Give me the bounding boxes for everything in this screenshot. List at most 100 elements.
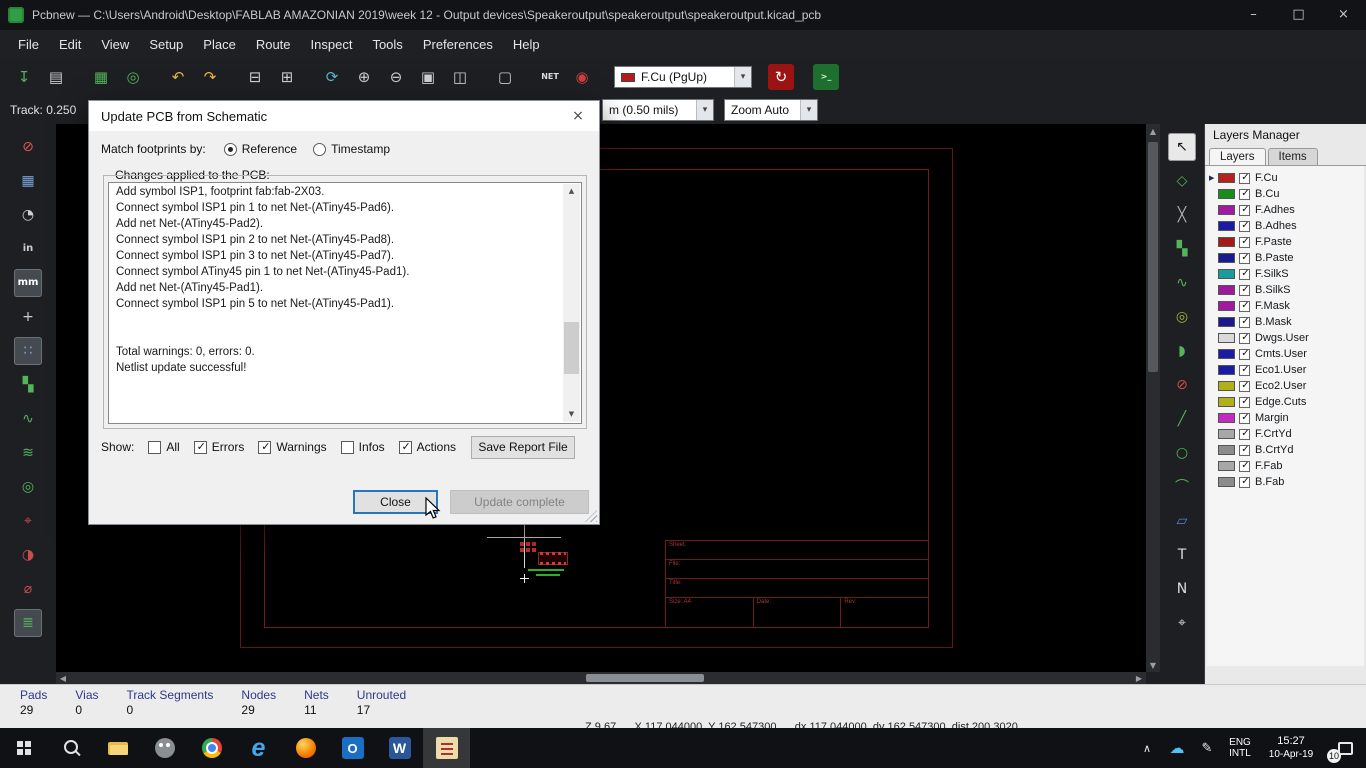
redraw-icon[interactable]: ⟳ — [319, 64, 345, 90]
add-graphic-polygon-tool-icon[interactable]: ▱ — [1168, 507, 1196, 535]
filter-checkbox-row[interactable]: Errors — [193, 440, 244, 454]
layer-visibility-checkbox[interactable] — [1239, 300, 1251, 312]
add-footprint-tool-icon[interactable]: ▚ — [1168, 235, 1196, 263]
select-tool-icon[interactable]: ↖ — [1168, 133, 1196, 161]
footprint-ratsnest-icon[interactable]: ▚ — [14, 371, 42, 399]
layer-row[interactable]: Edge.Cuts — [1207, 394, 1364, 410]
scripting-console-icon[interactable]: >_ — [813, 64, 839, 90]
drc-icon[interactable]: ◉ — [569, 64, 595, 90]
layer-color-swatch[interactable] — [1218, 413, 1235, 423]
add-dimension-tool-icon[interactable]: N — [1168, 575, 1196, 603]
layer-visibility-checkbox[interactable] — [1239, 444, 1251, 456]
canvas-hscrollbar[interactable]: ◀ ▶ — [56, 672, 1146, 684]
drc-off-icon[interactable]: ⊘ — [14, 133, 42, 161]
layer-color-swatch[interactable] — [1218, 301, 1235, 311]
grid-visibility-icon[interactable]: ▦ — [14, 167, 42, 195]
checkbox[interactable] — [258, 440, 272, 454]
outlook-icon[interactable]: O — [329, 728, 376, 768]
layer-row[interactable]: B.CrtYd — [1207, 442, 1364, 458]
add-graphic-arc-tool-icon[interactable]: ⌒ — [1168, 473, 1196, 501]
layer-row[interactable]: B.Fab — [1207, 474, 1364, 490]
gimp-icon[interactable] — [141, 728, 188, 768]
layer-row[interactable]: B.Cu — [1207, 186, 1364, 202]
update-complete-button[interactable]: Update complete — [450, 490, 589, 514]
canvas-vscrollbar[interactable]: ▲ ▼ — [1146, 124, 1160, 672]
layer-row[interactable]: B.Mask — [1207, 314, 1364, 330]
file-explorer-icon[interactable] — [94, 728, 141, 768]
layer-row[interactable]: Eco2.User — [1207, 378, 1364, 394]
menu-item[interactable]: Edit — [49, 33, 91, 56]
add-text-tool-icon[interactable]: T — [1168, 541, 1196, 569]
layer-color-swatch[interactable] — [1218, 381, 1235, 391]
save-icon[interactable]: ↧ — [11, 64, 37, 90]
firefox-icon[interactable] — [282, 728, 329, 768]
layer-visibility-checkbox[interactable] — [1239, 268, 1251, 280]
layer-row[interactable]: F.SilkS — [1207, 266, 1364, 282]
footprint-editor-icon[interactable]: ▦ — [88, 64, 114, 90]
footprint-viewer-icon[interactable]: ◎ — [120, 64, 146, 90]
layer-visibility-checkbox[interactable] — [1239, 188, 1251, 200]
maximize-button[interactable]: □ — [1276, 0, 1321, 30]
layer-row[interactable]: F.Mask — [1207, 298, 1364, 314]
language-indicator[interactable]: ENG INTL — [1222, 737, 1258, 759]
layer-color-swatch[interactable] — [1218, 461, 1235, 471]
windows-ink-icon[interactable]: ✎ — [1192, 741, 1222, 756]
layer-visibility-checkbox[interactable] — [1239, 396, 1251, 408]
vscroll-thumb[interactable] — [1148, 142, 1158, 372]
layer-color-swatch[interactable] — [1218, 349, 1235, 359]
local-ratsnest-tool-icon[interactable]: ╳ — [1168, 201, 1196, 229]
layer-row[interactable]: F.CrtYd — [1207, 426, 1364, 442]
filter-checkbox-row[interactable]: Infos — [340, 440, 385, 454]
zoom-selector[interactable]: Zoom Auto ▾ — [724, 99, 818, 121]
layer-visibility-checkbox[interactable] — [1239, 284, 1251, 296]
close-window-button[interactable]: × — [1321, 0, 1366, 30]
layer-color-swatch[interactable] — [1218, 365, 1235, 375]
route-tracks-tool-icon[interactable]: ∿ — [1168, 269, 1196, 297]
start-button[interactable] — [0, 728, 47, 768]
edge-icon[interactable]: e — [235, 728, 282, 768]
add-graphic-line-tool-icon[interactable]: ╱ — [1168, 405, 1196, 433]
layer-color-swatch[interactable] — [1218, 477, 1235, 487]
layer-color-swatch[interactable] — [1218, 189, 1235, 199]
layers-manager-tab[interactable]: Items — [1267, 148, 1318, 165]
menu-item[interactable]: Tools — [362, 33, 412, 56]
track-autodelete-icon[interactable]: ∿ — [14, 405, 42, 433]
tracks-sketch-icon[interactable]: ⌖ — [14, 507, 42, 535]
scroll-down-icon[interactable]: ▼ — [1146, 658, 1160, 672]
layer-selector[interactable]: F.Cu (PgUp) ▾ — [614, 66, 752, 88]
zoom-fit-icon[interactable]: ▣ — [415, 64, 441, 90]
print-icon[interactable]: ⊟ — [242, 64, 268, 90]
layer-visibility-checkbox[interactable] — [1239, 380, 1251, 392]
zoom-block-icon[interactable]: ▢ — [492, 64, 518, 90]
layer-color-swatch[interactable] — [1218, 333, 1235, 343]
high-contrast-icon[interactable]: ◑ — [14, 541, 42, 569]
layer-color-swatch[interactable] — [1218, 173, 1235, 183]
cursor-shape-icon[interactable]: + — [14, 303, 42, 331]
track-width-selector[interactable]: Track: 0.250 — [10, 103, 76, 117]
scroll-up-icon[interactable]: ▲ — [563, 184, 580, 199]
checkbox[interactable] — [340, 440, 354, 454]
layer-color-swatch[interactable] — [1218, 253, 1235, 263]
layer-row[interactable]: F.Paste — [1207, 234, 1364, 250]
log-scroll-thumb[interactable] — [564, 322, 579, 375]
layer-color-swatch[interactable] — [1218, 317, 1235, 327]
undo-icon[interactable]: ↶ — [165, 64, 191, 90]
dialog-close-icon[interactable]: × — [557, 101, 599, 131]
layer-visibility-checkbox[interactable] — [1239, 252, 1251, 264]
layer-visibility-checkbox[interactable] — [1239, 348, 1251, 360]
clock[interactable]: 15:27 10-Apr-19 — [1258, 735, 1324, 761]
polar-coords-icon[interactable]: ◔ — [14, 201, 42, 229]
layer-row[interactable]: Eco1.User — [1207, 362, 1364, 378]
update-pcb-icon[interactable]: ↻ — [768, 64, 794, 90]
chrome-icon[interactable] — [188, 728, 235, 768]
pads-sketch-icon[interactable]: ◎ — [14, 473, 42, 501]
add-via-tool-icon[interactable]: ◎ — [1168, 303, 1196, 331]
hide-ratsnest-icon[interactable]: ⌀ — [14, 575, 42, 603]
zones-display-icon[interactable]: ≋ — [14, 439, 42, 467]
layer-row[interactable]: B.Adhes — [1207, 218, 1364, 234]
layer-row[interactable]: Margin — [1207, 410, 1364, 426]
add-zone-tool-icon[interactable]: ◗ — [1168, 337, 1196, 365]
layer-color-swatch[interactable] — [1218, 285, 1235, 295]
word-icon[interactable]: W — [376, 728, 423, 768]
grid-selector[interactable]: m (0.50 mils) ▾ — [602, 99, 714, 121]
